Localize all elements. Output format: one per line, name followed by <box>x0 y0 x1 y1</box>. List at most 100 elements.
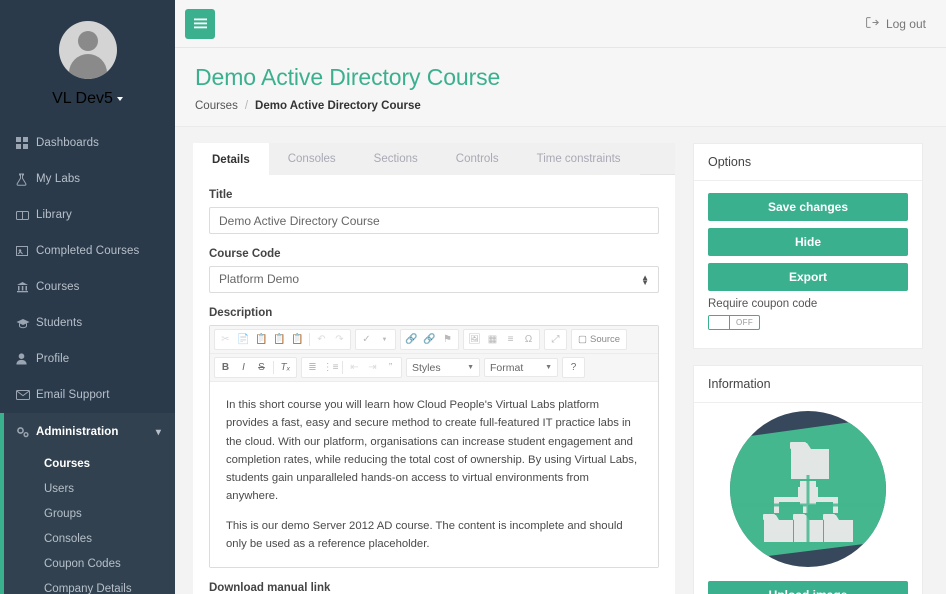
sidebar-item-library[interactable]: Library <box>0 197 175 233</box>
tab-time-constraints[interactable]: Time constraints <box>517 143 640 175</box>
toggle-state-label: OFF <box>736 318 754 327</box>
sidebar-item-completed-courses[interactable]: Completed Courses <box>0 233 175 269</box>
italic-icon[interactable]: I <box>235 359 252 376</box>
unlink-icon[interactable]: 🔗 <box>421 331 438 348</box>
image-icon[interactable]: 🖼 <box>466 331 483 348</box>
title-field-label: Title <box>209 189 233 201</box>
sidebar-item-label: Profile <box>36 353 70 365</box>
format-dropdown[interactable]: Format ▼ <box>484 358 558 377</box>
sidebar-item-dashboards[interactable]: Dashboards <box>0 125 175 161</box>
sidebar-item-my-labs[interactable]: My Labs <box>0 161 175 197</box>
sidebar-nav: Dashboards My Labs Library Completed Cou… <box>0 125 175 594</box>
tab-bar: Details Consoles Sections Controls Time … <box>193 143 675 175</box>
description-field-label: Description <box>209 307 273 319</box>
paste-icon[interactable]: 📋 <box>253 331 270 348</box>
sidebar-item-admin-groups[interactable]: Groups <box>0 501 175 526</box>
horizontal-rule-icon[interactable]: ≡ <box>502 331 519 348</box>
tab-controls[interactable]: Controls <box>436 143 518 175</box>
help-icon[interactable]: ? <box>565 359 582 376</box>
bank-icon <box>16 281 36 293</box>
source-button[interactable]: ▢ Source <box>574 331 624 348</box>
sidebar-item-profile[interactable]: Profile <box>0 341 175 377</box>
user-icon <box>16 353 36 365</box>
chevron-down-icon: ▼ <box>545 364 552 371</box>
paste-text-icon[interactable]: 📋 <box>271 331 288 348</box>
breadcrumb-parent[interactable]: Courses <box>195 100 238 112</box>
course-code-select[interactable]: Platform Demo ▲ ▼ <box>209 266 659 293</box>
sidebar-profile[interactable]: VL Dev5 <box>0 0 175 125</box>
link-icon[interactable]: 🔗 <box>403 331 420 348</box>
sidebar-item-label: Dashboards <box>36 137 100 149</box>
spellcheck-dropdown-icon[interactable]: ▼ <box>376 331 393 348</box>
cut-icon[interactable]: ✂ <box>217 331 234 348</box>
profile-name[interactable]: VL Dev5 <box>52 90 123 108</box>
user-avatar-icon <box>58 21 117 79</box>
rich-text-editor: ✂ 📄 📋 📋 📋 ↶ ↷ ✓ ▼ 🔗 🔗 ⚑ 🖼 ▦ ≡ Ω ⤢ ▢ Sour… <box>209 325 659 569</box>
tab-consoles[interactable]: Consoles <box>268 143 355 175</box>
indent-icon[interactable]: ⇥ <box>364 359 381 376</box>
tab-details[interactable]: Details <box>193 143 269 175</box>
copy-icon[interactable]: 📄 <box>235 331 252 348</box>
right-sidebar: Options Save changes Hide Export Require… <box>693 143 923 594</box>
caret-down-icon <box>116 97 123 101</box>
sidebar-item-admin-consoles[interactable]: Consoles <box>0 526 175 551</box>
information-card-title: Information <box>694 366 922 403</box>
maximize-group: ⤢ <box>544 329 567 350</box>
page-title: Demo Active Directory Course <box>195 64 501 90</box>
sidebar-item-courses[interactable]: Courses <box>0 269 175 305</box>
upload-image-button[interactable]: Upload image <box>708 581 908 594</box>
require-coupon-toggle[interactable]: OFF <box>708 315 761 330</box>
table-icon[interactable]: ▦ <box>484 331 501 348</box>
spellcheck-icon[interactable]: ✓ <box>358 331 375 348</box>
title-input[interactable] <box>209 207 659 234</box>
sidebar-item-label: Administration <box>36 426 119 438</box>
maximize-icon[interactable]: ⤢ <box>547 331 564 348</box>
toolbar-separator <box>342 361 343 374</box>
bulleted-list-icon[interactable]: ⋮≡ <box>322 359 339 376</box>
blockquote-icon[interactable]: ” <box>382 359 399 376</box>
app-root: VL Dev5 Dashboards My Labs Library Compl… <box>0 0 946 594</box>
help-group: ? <box>562 357 585 378</box>
undo-icon[interactable]: ↶ <box>313 331 330 348</box>
logout-label: Log out <box>885 16 926 31</box>
content-area: Details Consoles Sections Controls Time … <box>175 127 946 594</box>
remove-format-icon[interactable]: Tₓ <box>277 359 294 376</box>
sidebar-subitem-label: Company Details <box>44 582 132 594</box>
sidebar-item-admin-users[interactable]: Users <box>0 476 175 501</box>
page-header: Demo Active Directory Course Courses / D… <box>175 48 946 127</box>
redo-icon[interactable]: ↷ <box>331 331 348 348</box>
hamburger-icon[interactable] <box>185 8 215 39</box>
sidebar-item-students[interactable]: Students <box>0 305 175 341</box>
sidebar: VL Dev5 Dashboards My Labs Library Compl… <box>0 0 175 594</box>
breadcrumb-separator: / <box>244 100 249 112</box>
save-changes-button[interactable]: Save changes <box>708 193 908 221</box>
special-char-icon[interactable]: Ω <box>520 331 537 348</box>
export-button[interactable]: Export <box>708 263 908 291</box>
source-icon: ▢ <box>578 334 587 345</box>
sidebar-item-admin-coupon-codes[interactable]: Coupon Codes <box>0 551 175 576</box>
styles-dropdown[interactable]: Styles ▼ <box>406 358 480 377</box>
tab-sections[interactable]: Sections <box>354 143 437 175</box>
bold-icon[interactable]: B <box>217 359 234 376</box>
logout-button[interactable]: Log out <box>866 17 926 31</box>
numbered-list-icon[interactable]: ≣ <box>304 359 321 376</box>
download-link-field-label: Download manual link <box>209 582 331 594</box>
paste-word-icon[interactable]: 📋 <box>289 331 306 348</box>
hide-button[interactable]: Hide <box>708 228 908 256</box>
outdent-icon[interactable]: ⇤ <box>346 359 363 376</box>
sidebar-item-email-support[interactable]: Email Support <box>0 377 175 413</box>
sidebar-item-admin-courses[interactable]: Courses <box>0 451 175 476</box>
sidebar-section-administration: Administration ▾ Courses Users Groups Co… <box>0 413 175 594</box>
chevron-down-icon[interactable]: ▾ <box>156 427 161 438</box>
anchor-icon[interactable]: ⚑ <box>439 331 456 348</box>
sidebar-subnav-administration: Courses Users Groups Consoles Coupon Cod… <box>0 451 175 594</box>
editor-content[interactable]: In this short course you will learn how … <box>210 381 658 568</box>
clipboard-group: ✂ 📄 📋 📋 📋 ↶ ↷ <box>214 329 351 350</box>
tab-label: Controls <box>455 153 499 165</box>
spellcheck-group: ✓ ▼ <box>355 329 396 350</box>
strikethrough-icon[interactable]: S <box>253 359 270 376</box>
sidebar-item-admin-company-details[interactable]: Company Details <box>0 576 175 594</box>
options-card-body: Save changes Hide Export Require coupon … <box>694 181 922 348</box>
tab-label: Time constraints <box>536 153 621 165</box>
sidebar-item-administration[interactable]: Administration ▾ <box>0 413 175 451</box>
